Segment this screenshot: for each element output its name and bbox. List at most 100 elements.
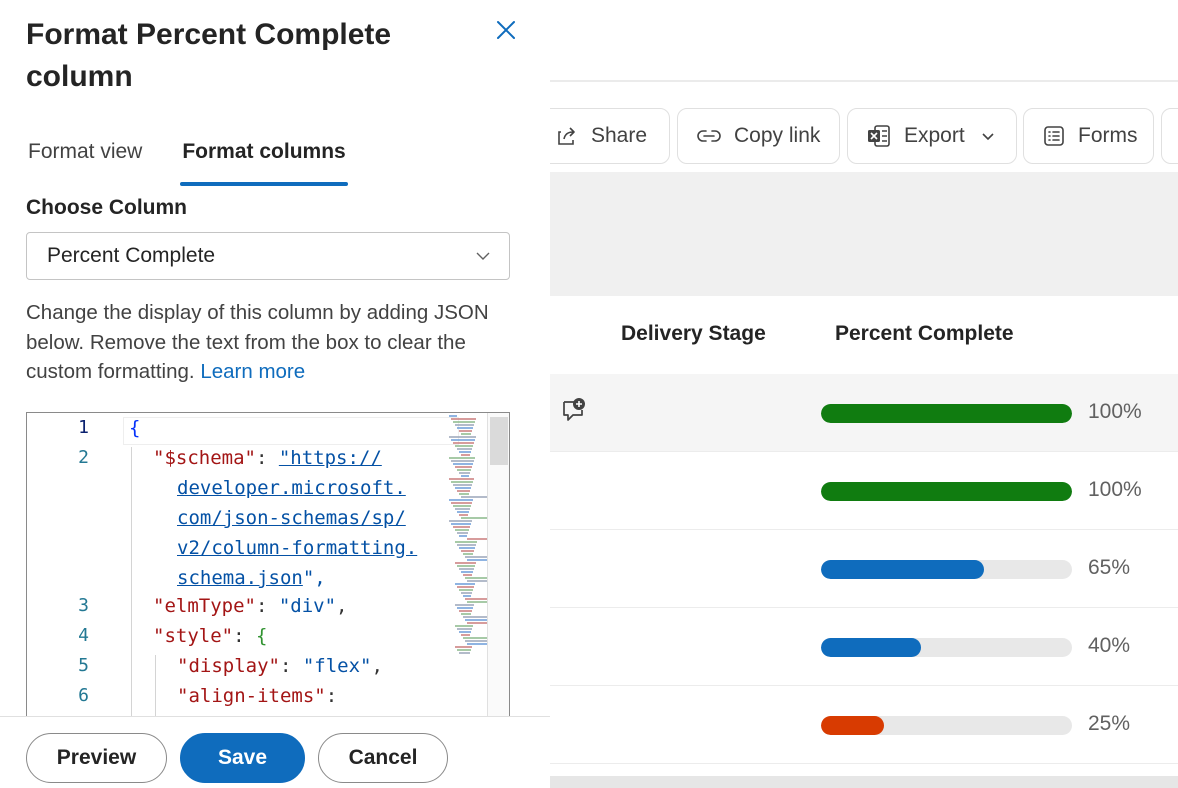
minimap-line (453, 442, 474, 444)
code-token[interactable]: com/json-schemas/sp/ (177, 507, 406, 529)
minimap-line (457, 628, 472, 630)
code-token[interactable]: developer.microsoft. (177, 477, 406, 499)
minimap-line (465, 619, 489, 621)
column-header-delivery-stage[interactable]: Delivery Stage (621, 322, 766, 346)
minimap-line (455, 445, 473, 447)
save-button[interactable]: Save (180, 733, 305, 783)
minimap-line (461, 613, 471, 615)
line-number: 5 (78, 655, 89, 676)
minimap-line (461, 517, 487, 519)
minimap-line (459, 430, 472, 432)
chevron-down-icon (476, 252, 490, 260)
code-token: : (233, 625, 256, 647)
minimap-line (467, 643, 487, 645)
editor-scrollbar[interactable] (487, 413, 509, 716)
share-button[interactable]: Share (550, 108, 670, 164)
percent-complete-bar-fill (821, 404, 1072, 423)
minimap-line (459, 451, 471, 453)
percent-complete-bar (821, 638, 1072, 657)
code-token: : (255, 447, 279, 469)
editor-minimap[interactable] (447, 415, 492, 655)
tab-format-columns[interactable]: Format columns (180, 128, 349, 186)
export-button[interactable]: Export (847, 108, 1017, 164)
line-number: 2 (78, 447, 89, 468)
minimap-line (457, 607, 473, 609)
table-row[interactable]: 40% (550, 608, 1178, 686)
close-pane-button[interactable] (490, 14, 522, 46)
minimap-line (459, 514, 468, 516)
minimap-line (457, 565, 475, 567)
export-label: Export (904, 124, 965, 147)
minimap-line (451, 460, 474, 462)
code-token: "style" (153, 625, 234, 647)
minimap-line (455, 583, 475, 585)
minimap-line (451, 439, 475, 441)
minimap-line (455, 562, 476, 564)
comment-add-icon[interactable] (558, 394, 590, 426)
table-row[interactable]: 65% (550, 530, 1178, 608)
preview-button[interactable]: Preview (26, 733, 167, 783)
minimap-line (459, 535, 467, 537)
editor-scrollbar-thumb[interactable] (490, 417, 508, 465)
code-line: schema.json", (177, 567, 326, 589)
choose-column-dropdown[interactable]: Percent Complete (26, 232, 510, 280)
minimap-line (459, 589, 473, 591)
minimap-line (457, 649, 471, 651)
format-tabs: Format view Format columns (26, 128, 384, 186)
code-token: , (371, 655, 383, 677)
percent-complete-bar (821, 560, 1072, 579)
code-token: : (325, 685, 338, 707)
code-token: "div" (278, 595, 337, 617)
code-token[interactable]: schema.json (177, 567, 303, 589)
percent-complete-bar-fill (821, 638, 922, 657)
code-token: "display" (177, 655, 280, 677)
code-token[interactable]: "https:// (279, 447, 382, 469)
minimap-line (461, 475, 469, 477)
copy-link-button[interactable]: Copy link (677, 108, 840, 164)
minimap-line (461, 592, 472, 594)
minimap-line (453, 421, 475, 423)
table-row[interactable]: 100% (550, 374, 1178, 452)
code-line: { (129, 417, 140, 439)
minimap-line (451, 502, 472, 504)
code-content: { "$schema": "https:// developer.microso… (103, 413, 483, 716)
json-code-editor[interactable]: 1 2 3 4 5 6 { "$schema": "https:// devel… (26, 412, 510, 716)
minimap-line (455, 466, 472, 468)
learn-more-link[interactable]: Learn more (200, 360, 305, 383)
code-line: "display": "flex", (177, 655, 383, 677)
help-text: Change the display of this column by add… (26, 298, 506, 387)
line-number: 3 (78, 595, 89, 616)
minimap-line (449, 520, 472, 522)
minimap-line (449, 499, 473, 501)
minimap-line (449, 436, 476, 438)
list-header-band (550, 172, 1178, 296)
cancel-button[interactable]: Cancel (318, 733, 448, 783)
more-command-button[interactable] (1161, 108, 1178, 164)
forms-button[interactable]: Forms (1023, 108, 1154, 164)
code-line: v2/column-formatting. (177, 537, 417, 559)
share-label: Share (591, 124, 648, 147)
choose-column-label: Choose Column (26, 196, 187, 219)
forms-label: Forms (1078, 124, 1138, 147)
table-row[interactable]: 100% (550, 452, 1178, 530)
minimap-line (455, 508, 470, 510)
code-token: ", (302, 567, 326, 589)
minimap-line (453, 505, 471, 507)
format-column-pane: Format Percent Complete column Format vi… (0, 0, 550, 788)
minimap-line (453, 526, 470, 528)
minimap-line (453, 484, 472, 486)
code-token: "elmType" (153, 595, 256, 617)
minimap-line (457, 532, 468, 534)
bottom-scroll-track[interactable] (550, 776, 1178, 788)
column-header-percent-complete[interactable]: Percent Complete (835, 322, 1014, 346)
code-token[interactable]: v2/column-formatting. (177, 537, 417, 559)
pane-title: Format Percent Complete column (26, 18, 392, 93)
minimap-line (457, 490, 470, 492)
minimap-line (463, 574, 472, 576)
table-row[interactable]: 25% (550, 686, 1178, 764)
code-token: { (255, 625, 268, 647)
code-line: com/json-schemas/sp/ (177, 507, 406, 529)
minimap-line (455, 487, 471, 489)
percent-complete-value: 100% (1088, 400, 1142, 423)
tab-format-view[interactable]: Format view (26, 128, 144, 184)
